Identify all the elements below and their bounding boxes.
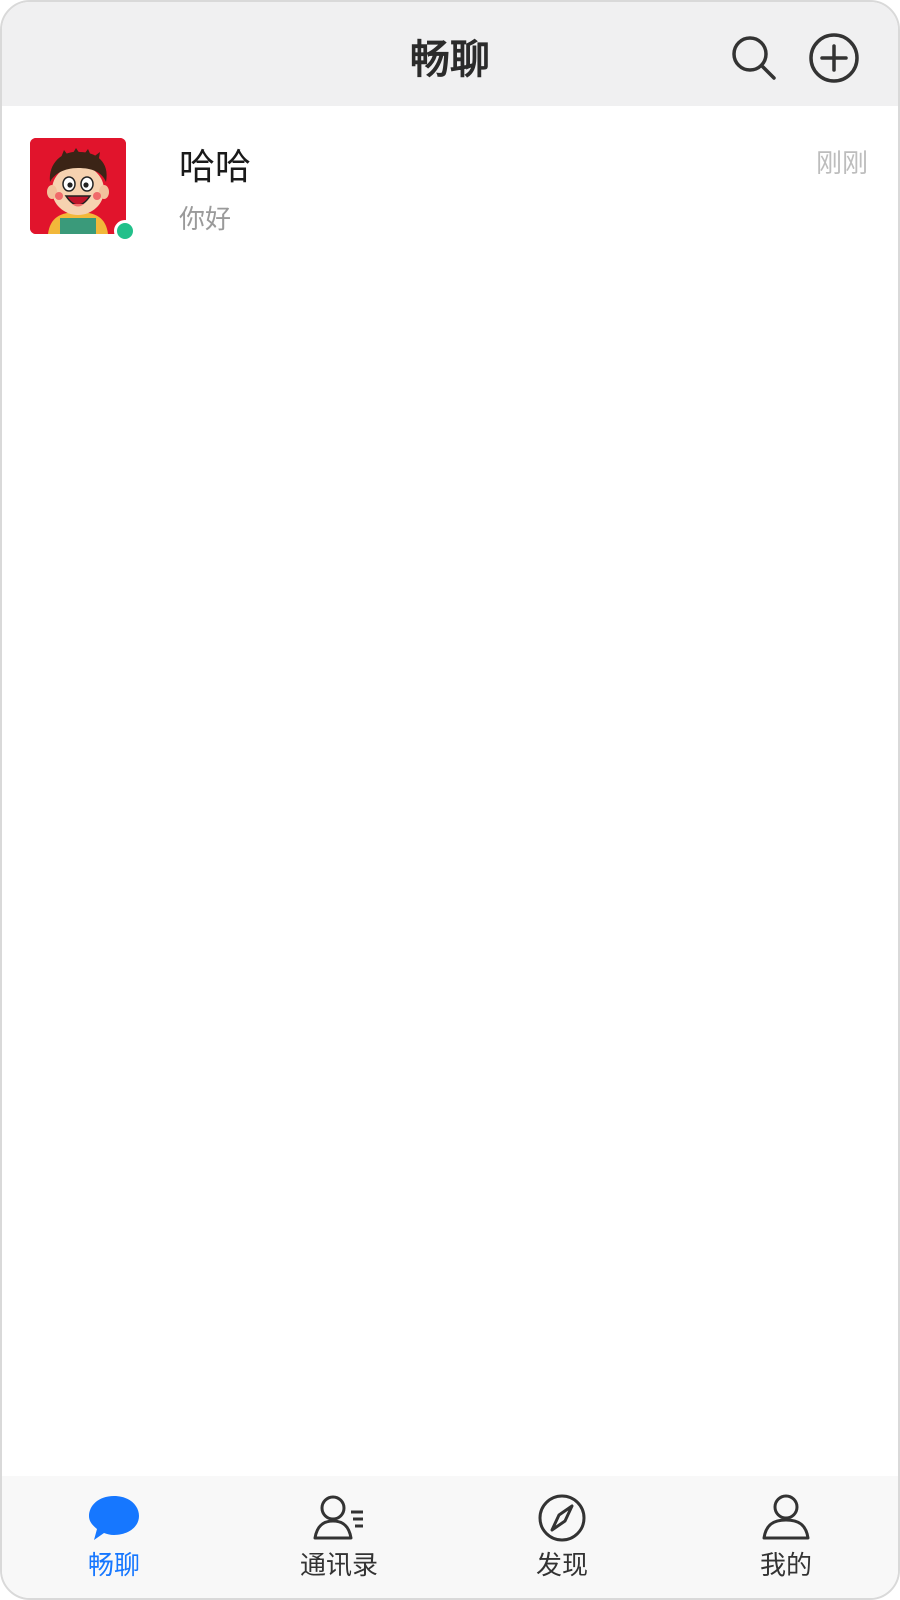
- avatar-image: [30, 138, 126, 234]
- search-icon: [732, 36, 776, 80]
- plus-circle-icon: [809, 33, 859, 83]
- tab-discover-label: 发现: [535, 1551, 588, 1581]
- chat-bubble-icon: [86, 1492, 142, 1544]
- user-icon: [758, 1492, 814, 1544]
- tab-chat[interactable]: 畅聊: [24, 1476, 204, 1598]
- bottom-tab-bar: 畅聊 通讯录 发现 我的: [2, 1476, 898, 1598]
- search-button[interactable]: [728, 32, 780, 84]
- avatar: [30, 138, 136, 242]
- tab-chat-label: 畅聊: [87, 1551, 140, 1581]
- phone-frame: 畅聊 哈哈 你好 刚刚 畅聊 通讯录 发现 我的: [0, 0, 900, 1600]
- tab-discover[interactable]: 发现: [472, 1476, 652, 1598]
- tab-me-label: 我的: [759, 1551, 812, 1581]
- chat-last-message: 你好: [179, 205, 232, 235]
- cartoon-boy-avatar: [30, 138, 126, 234]
- online-status-dot: [114, 220, 136, 242]
- app-header: 畅聊: [2, 2, 898, 106]
- chat-list-item[interactable]: 哈哈 你好 刚刚: [2, 106, 898, 242]
- chat-list: 哈哈 你好 刚刚: [2, 106, 898, 242]
- chat-name: 哈哈: [179, 147, 252, 188]
- chat-timestamp: 刚刚: [815, 149, 868, 179]
- tab-contacts-label: 通讯录: [299, 1551, 378, 1581]
- tab-contacts[interactable]: 通讯录: [249, 1476, 429, 1598]
- add-button[interactable]: [808, 32, 860, 84]
- contacts-icon: [311, 1492, 367, 1544]
- tab-me[interactable]: 我的: [696, 1476, 876, 1598]
- compass-icon: [534, 1492, 590, 1544]
